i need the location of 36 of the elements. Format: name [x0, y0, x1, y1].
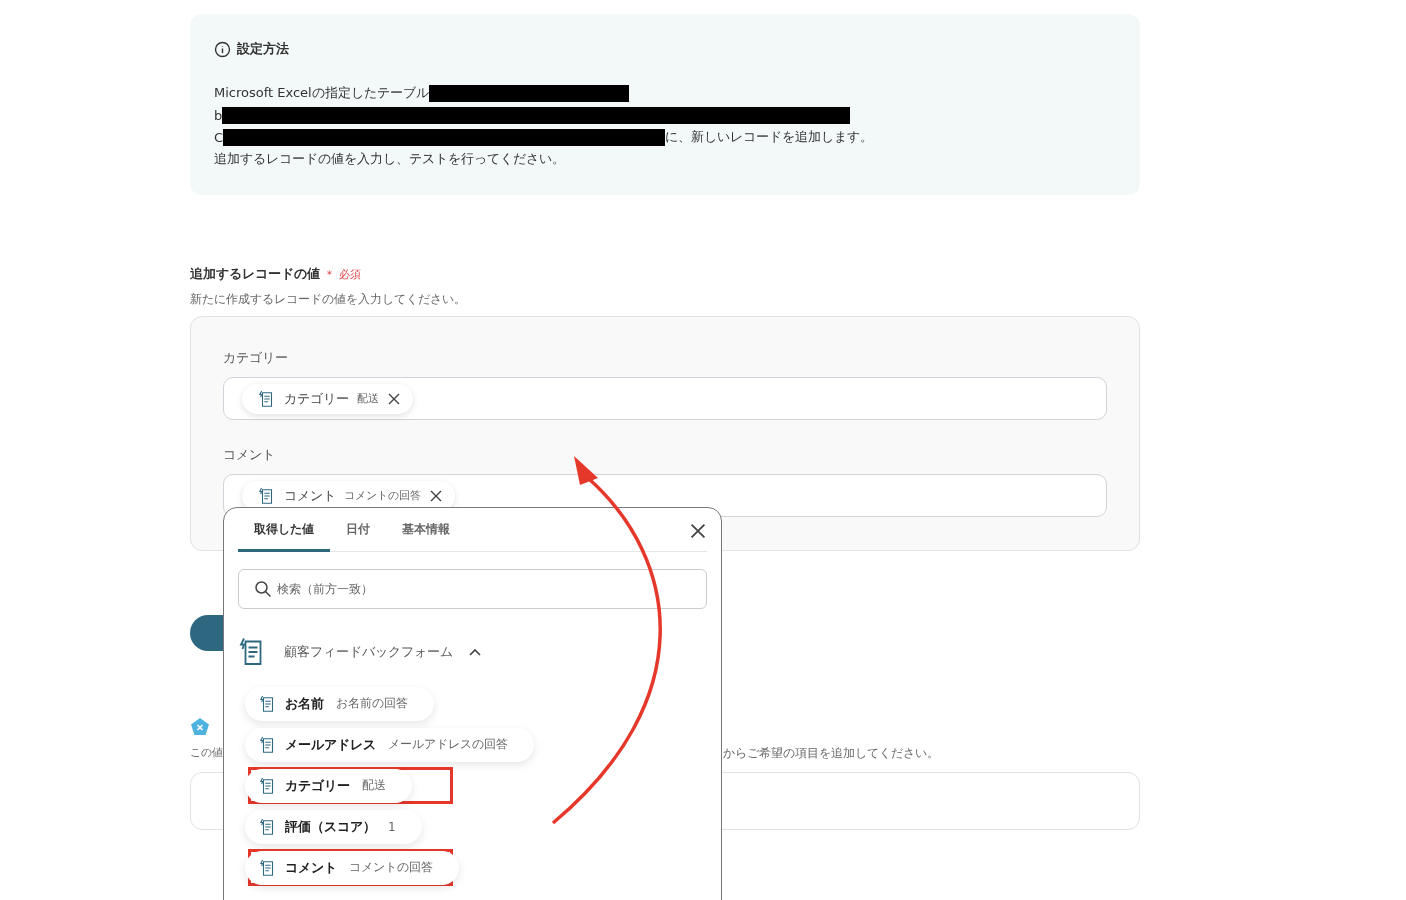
info-title: 設定方法 [237, 40, 289, 58]
close-icon [689, 522, 707, 540]
search-icon [254, 580, 272, 598]
value-chip[interactable]: カテゴリー 配送 [242, 383, 413, 414]
close-button[interactable] [689, 522, 707, 540]
tab[interactable]: 基本情報 [386, 521, 466, 552]
info-text: b [214, 107, 223, 123]
remove-button[interactable] [387, 391, 401, 406]
field-label: カテゴリー [223, 349, 289, 367]
input-field[interactable]: カテゴリー 配送 [223, 377, 1107, 420]
info-text: C [214, 129, 224, 145]
info-icon [214, 40, 231, 58]
field-hint: からご希望の項目を追加してください。 [723, 745, 939, 762]
value-chip[interactable]: 評価（スコア） 1 [245, 809, 422, 844]
field-label: 追加するレコードの値 [190, 265, 320, 283]
field-label: コメント [223, 446, 276, 464]
tab[interactable]: 日付 [330, 521, 386, 552]
info-text: に、新しいレコードを追加します。 [665, 128, 874, 146]
group-header[interactable]: 顧客フィードバックフォーム [238, 637, 481, 667]
value-chip[interactable]: メールアドレス メールアドレスの回答 [245, 727, 534, 762]
value-chip[interactable]: カテゴリー 配送 [245, 768, 412, 803]
chevron-icon [469, 648, 481, 656]
info-text: Microsoft Excelの指定したテーブル [214, 84, 429, 102]
close-icon [429, 488, 443, 503]
info-text: 追加するレコードの値を入力し、テストを行ってください。 [214, 150, 565, 168]
close-icon [387, 391, 401, 406]
search-field[interactable]: 検索（前方一致） [238, 569, 707, 609]
field-hint: この値 [190, 745, 223, 761]
required-label: 必須 [339, 266, 361, 282]
value-chip[interactable]: お名前 お名前の回答 [245, 686, 434, 721]
value-chip[interactable]: コメント コメントの回答 [245, 850, 459, 885]
required-mark: ＊ [324, 266, 335, 282]
field-hint: 新たに作成するレコードの値を入力してください。 [190, 291, 467, 308]
pentagon-icon [190, 717, 210, 737]
tab[interactable]: 取得した値 [238, 521, 330, 552]
remove-button[interactable] [429, 488, 443, 503]
